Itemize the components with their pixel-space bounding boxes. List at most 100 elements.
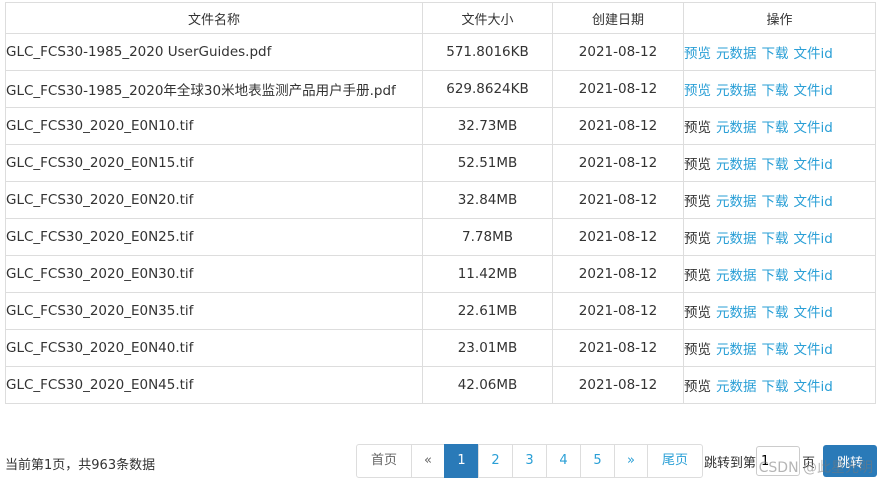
- prev-page-button[interactable]: «: [411, 444, 445, 478]
- metadata-link[interactable]: 元数据: [716, 83, 757, 99]
- metadata-link[interactable]: 元数据: [716, 157, 757, 173]
- metadata-link[interactable]: 元数据: [716, 120, 757, 136]
- download-link[interactable]: 下载: [762, 231, 789, 247]
- table-header-row: 文件名称 文件大小 创建日期 操作: [5, 2, 876, 34]
- download-link[interactable]: 下载: [762, 379, 789, 395]
- created-date-cell: 2021-08-12: [552, 329, 684, 367]
- file-size-cell: 52.51MB: [422, 144, 553, 182]
- next-page-button[interactable]: »: [614, 444, 648, 478]
- pagination: 首页 « 1 2 3 4 5 » 尾页: [356, 444, 703, 478]
- file-size-cell: 23.01MB: [422, 329, 553, 367]
- download-link[interactable]: 下载: [762, 120, 789, 136]
- metadata-link[interactable]: 元数据: [716, 305, 757, 321]
- file-name-cell: GLC_FCS30_2020_E0N35.tif: [5, 292, 423, 330]
- metadata-link[interactable]: 元数据: [716, 46, 757, 62]
- download-link[interactable]: 下载: [762, 305, 789, 321]
- preview-link[interactable]: 预览: [685, 46, 712, 62]
- file-size-cell: 629.8624KB: [422, 70, 553, 108]
- file-size-cell: 22.61MB: [422, 292, 553, 330]
- file-id-link[interactable]: 文件id: [794, 231, 833, 247]
- file-size-cell: 42.06MB: [422, 366, 553, 404]
- page-1-button[interactable]: 1: [444, 444, 479, 478]
- created-date-cell: 2021-08-12: [552, 181, 684, 219]
- actions-cell: 预览 元数据 下载 文件id: [683, 70, 876, 108]
- preview-link: 预览: [684, 379, 712, 395]
- created-date-cell: 2021-08-12: [552, 366, 684, 404]
- page-3-button[interactable]: 3: [512, 444, 547, 478]
- actions-cell: 预览 元数据 下载 文件id: [683, 329, 876, 367]
- actions-cell: 预览 元数据 下载 文件id: [683, 366, 876, 404]
- file-name-cell: GLC_FCS30-1985_2020年全球30米地表监测产品用户手册.pdf: [5, 70, 423, 108]
- preview-link: 预览: [684, 157, 712, 173]
- file-id-link[interactable]: 文件id: [794, 268, 833, 284]
- preview-link[interactable]: 预览: [685, 83, 712, 99]
- preview-link: 预览: [684, 231, 712, 247]
- file-size-cell: 32.84MB: [422, 181, 553, 219]
- actions-cell: 预览 元数据 下载 文件id: [683, 107, 876, 145]
- download-link[interactable]: 下载: [762, 157, 789, 173]
- preview-link: 预览: [684, 120, 712, 136]
- table-row: GLC_FCS30_2020_E0N30.tif 11.42MB 2021-08-1…: [5, 255, 876, 293]
- download-link[interactable]: 下载: [762, 342, 789, 358]
- download-link[interactable]: 下载: [762, 83, 789, 99]
- actions-cell: 预览 元数据 下载 文件id: [683, 33, 876, 71]
- file-name-cell: GLC_FCS30_2020_E0N20.tif: [5, 181, 423, 219]
- actions-cell: 预览 元数据 下载 文件id: [683, 255, 876, 293]
- file-id-link[interactable]: 文件id: [794, 83, 833, 99]
- jump-label-before: 跳转到第: [704, 455, 757, 471]
- table-row: GLC_FCS30_2020_E0N20.tif 32.84MB 2021-08-1…: [5, 181, 876, 219]
- first-page-button[interactable]: 首页: [356, 444, 412, 478]
- page-2-button[interactable]: 2: [478, 444, 513, 478]
- table-row: GLC_FCS30_2020_E0N10.tif 32.73MB 2021-08-1…: [5, 107, 876, 145]
- preview-link: 预览: [684, 305, 712, 321]
- file-id-link[interactable]: 文件id: [794, 157, 833, 173]
- actions-cell: 预览 元数据 下载 文件id: [683, 144, 876, 182]
- table-row: GLC_FCS30-1985_2020年全球30米地表监测产品用户手册.pdf 6…: [5, 70, 876, 108]
- file-id-link[interactable]: 文件id: [794, 194, 833, 210]
- page-status: 当前第1页，共963条数据: [5, 458, 156, 473]
- file-name-cell: GLC_FCS30-1985_2020 UserGuides.pdf: [5, 33, 423, 71]
- table-row: GLC_FCS30_2020_E0N25.tif 7.78MB 2021-08-12…: [5, 218, 876, 256]
- file-id-link[interactable]: 文件id: [794, 379, 833, 395]
- created-date-cell: 2021-08-12: [552, 33, 684, 71]
- metadata-link[interactable]: 元数据: [716, 379, 757, 395]
- file-name-cell: GLC_FCS30_2020_E0N45.tif: [5, 366, 423, 404]
- actions-cell: 预览 元数据 下载 文件id: [683, 181, 876, 219]
- file-name-cell: GLC_FCS30_2020_E0N10.tif: [5, 107, 423, 145]
- table-row: GLC_FCS30_2020_E0N35.tif 22.61MB 2021-08-1…: [5, 292, 876, 330]
- created-date-cell: 2021-08-12: [552, 107, 684, 145]
- created-date-cell: 2021-08-12: [552, 144, 684, 182]
- table-row: GLC_FCS30_2020_E0N15.tif 52.51MB 2021-08-1…: [5, 144, 876, 182]
- header-actions: 操作: [683, 2, 876, 34]
- last-page-button[interactable]: 尾页: [647, 444, 703, 478]
- file-id-link[interactable]: 文件id: [794, 46, 833, 62]
- actions-cell: 预览 元数据 下载 文件id: [683, 218, 876, 256]
- file-id-link[interactable]: 文件id: [794, 305, 833, 321]
- download-link[interactable]: 下载: [762, 46, 789, 62]
- file-name-cell: GLC_FCS30_2020_E0N40.tif: [5, 329, 423, 367]
- file-name-cell: GLC_FCS30_2020_E0N25.tif: [5, 218, 423, 256]
- header-file-size: 文件大小: [422, 2, 553, 34]
- metadata-link[interactable]: 元数据: [716, 231, 757, 247]
- metadata-link[interactable]: 元数据: [716, 268, 757, 284]
- file-size-cell: 7.78MB: [422, 218, 553, 256]
- table-row: GLC_FCS30_2020_E0N40.tif 23.01MB 2021-08-1…: [5, 329, 876, 367]
- metadata-link[interactable]: 元数据: [716, 194, 757, 210]
- file-id-link[interactable]: 文件id: [794, 342, 833, 358]
- page-5-button[interactable]: 5: [580, 444, 615, 478]
- created-date-cell: 2021-08-12: [552, 218, 684, 256]
- file-size-cell: 571.8016KB: [422, 33, 553, 71]
- file-id-link[interactable]: 文件id: [794, 120, 833, 136]
- file-size-cell: 32.73MB: [422, 107, 553, 145]
- metadata-link[interactable]: 元数据: [716, 342, 757, 358]
- preview-link: 预览: [684, 268, 712, 284]
- table-row: GLC_FCS30_2020_E0N45.tif 42.06MB 2021-08-1…: [5, 366, 876, 404]
- page-4-button[interactable]: 4: [546, 444, 581, 478]
- created-date-cell: 2021-08-12: [552, 255, 684, 293]
- download-link[interactable]: 下载: [762, 194, 789, 210]
- table-row: GLC_FCS30-1985_2020 UserGuides.pdf 571.80…: [5, 33, 876, 71]
- actions-cell: 预览 元数据 下载 文件id: [683, 292, 876, 330]
- created-date-cell: 2021-08-12: [552, 70, 684, 108]
- preview-link: 预览: [684, 194, 712, 210]
- download-link[interactable]: 下载: [762, 268, 789, 284]
